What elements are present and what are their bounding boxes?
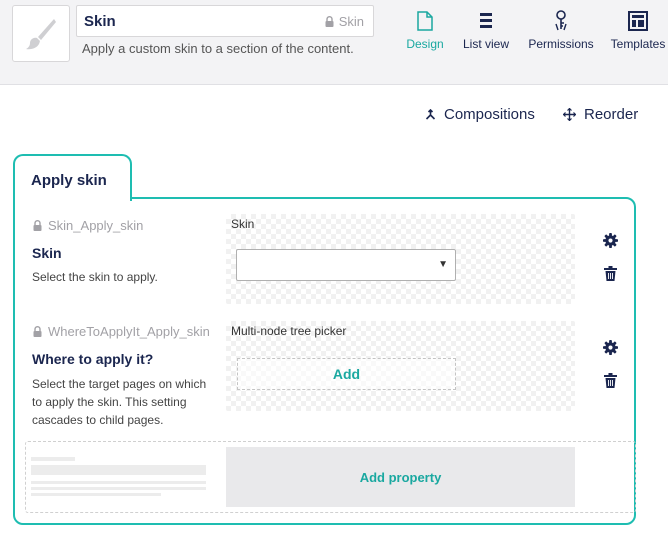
dropdown-caret-icon: ▼	[438, 259, 448, 270]
nav-permissions[interactable]: Permissions	[526, 8, 596, 51]
document-icon	[417, 11, 433, 31]
doctype-name[interactable]: Skin	[84, 13, 116, 30]
property-alias-text: Skin_Apply_skin	[48, 218, 144, 233]
lock-icon	[325, 16, 334, 27]
settings-button[interactable]	[602, 339, 618, 355]
skeleton-line	[31, 487, 206, 490]
lock-icon	[33, 220, 42, 231]
doctype-alias-text: Skin	[338, 14, 364, 29]
property-label[interactable]: Skin	[32, 245, 62, 261]
template-icon	[628, 11, 648, 31]
add-label: Add	[332, 366, 361, 382]
doctype-name-input[interactable]: Skin Skin	[76, 5, 374, 37]
trash-icon	[603, 265, 617, 281]
add-property-label: Add property	[359, 469, 442, 485]
editor-name: Multi-node tree picker	[231, 324, 347, 338]
skeleton-line	[31, 457, 75, 461]
keys-icon	[555, 10, 567, 31]
property-alias: WhereToApplyIt_Apply_skin	[33, 324, 210, 339]
gear-icon	[602, 232, 618, 248]
reorder-button[interactable]: Reorder	[563, 106, 638, 123]
skin-select[interactable]: ▼	[236, 249, 456, 281]
property-alias-text: WhereToApplyIt_Apply_skin	[48, 324, 210, 339]
list-view-icon	[480, 13, 492, 28]
group-name[interactable]: Apply skin	[31, 172, 107, 189]
property-description: Select the skin to apply.	[32, 270, 158, 284]
nav-templates-label: Templates	[610, 37, 666, 51]
paintbrush-icon	[26, 18, 56, 49]
skeleton-line	[31, 465, 206, 475]
nav-design[interactable]: Design	[390, 8, 460, 51]
nav-list-view[interactable]: List view	[451, 8, 521, 51]
settings-button[interactable]	[602, 232, 618, 248]
property-preview[interactable]: Skin ▼	[226, 214, 575, 304]
property-label[interactable]: Where to apply it?	[32, 351, 153, 367]
compositions-icon	[425, 109, 436, 120]
editor-header: Skin Skin Apply a custom skin to a secti…	[0, 0, 668, 85]
property-preview[interactable]: Multi-node tree picker Add	[226, 321, 575, 411]
compositions-label: Compositions	[444, 106, 535, 123]
tab-apply-skin[interactable]: Apply skin	[13, 154, 132, 201]
property-description: Select the target pages on which to appl…	[32, 377, 207, 427]
doctype-icon-picker[interactable]	[12, 5, 70, 62]
property-alias: Skin_Apply_skin	[33, 218, 143, 233]
nav-design-label: Design	[406, 37, 444, 51]
lock-icon	[33, 326, 42, 337]
editor-name: Skin	[231, 217, 255, 231]
nav-templates[interactable]: Templates	[603, 8, 668, 51]
compositions-button[interactable]: Compositions	[425, 106, 535, 123]
gear-icon	[602, 339, 618, 355]
tab-connector	[15, 196, 130, 200]
doctype-description[interactable]: Apply a custom skin to a section of the …	[82, 41, 354, 56]
add-property-button[interactable]: Add property	[226, 447, 575, 507]
delete-button[interactable]	[602, 372, 618, 388]
doctype-alias[interactable]: Skin	[325, 14, 364, 29]
delete-button[interactable]	[602, 265, 618, 281]
skeleton-line	[31, 493, 161, 496]
reorder-label: Reorder	[584, 106, 639, 123]
nav-permissions-label: Permissions	[528, 37, 594, 51]
move-icon	[563, 108, 576, 121]
trash-icon	[603, 372, 617, 388]
skeleton-line	[31, 481, 206, 484]
nav-list-view-label: List view	[462, 37, 509, 51]
tree-picker-add-button[interactable]: Add	[237, 358, 456, 390]
